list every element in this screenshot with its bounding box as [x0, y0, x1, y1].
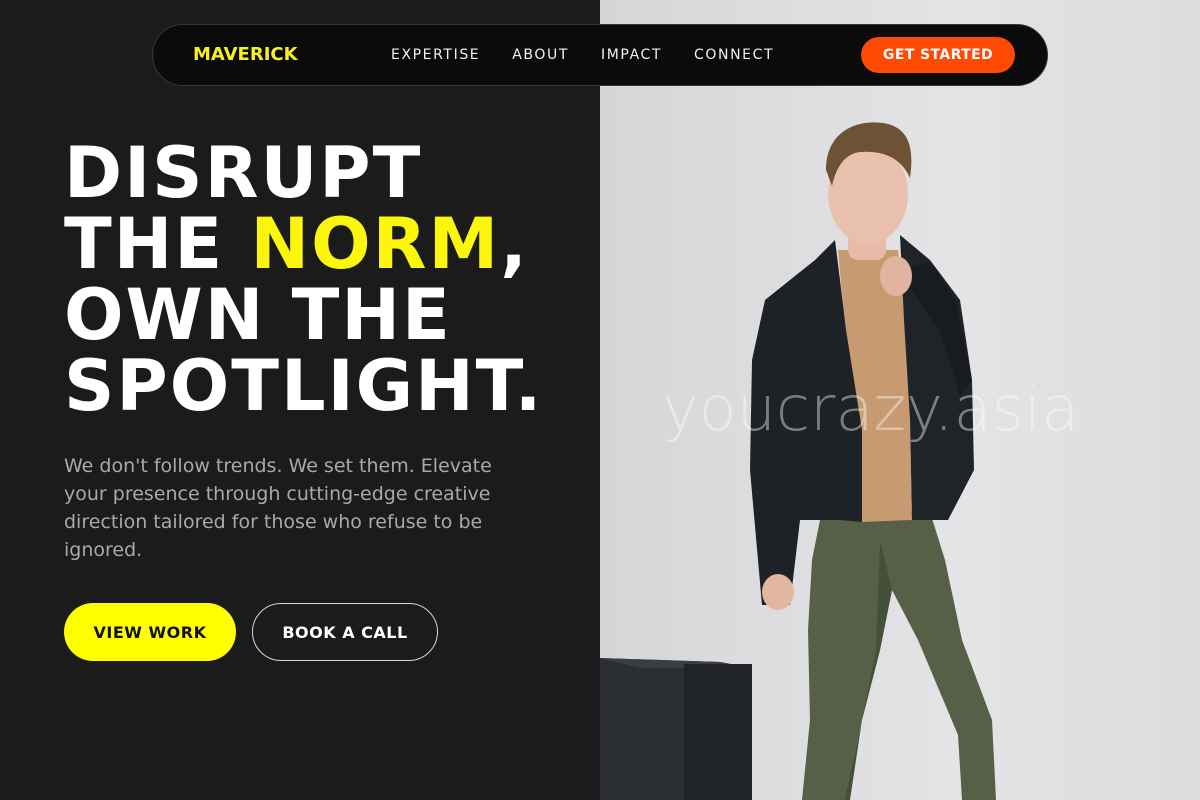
nav-links: EXPERTISE ABOUT IMPACT CONNECT: [391, 47, 774, 63]
get-started-button[interactable]: GET STARTED: [861, 37, 1015, 73]
headline-line-1: DISRUPT: [64, 132, 423, 214]
view-work-button[interactable]: VIEW WORK: [64, 603, 236, 661]
nav-link-about[interactable]: ABOUT: [512, 47, 569, 63]
headline-line-2-end: ,: [500, 203, 529, 285]
book-a-call-button[interactable]: BOOK A CALL: [252, 603, 438, 661]
nav-link-impact[interactable]: IMPACT: [601, 47, 662, 63]
brand-logo[interactable]: MAVERICK: [193, 44, 298, 65]
hero-headline: DISRUPT THE NORM, OWN THE SPOTLIGHT.: [64, 138, 543, 422]
hero-photo: youcrazy.asia: [600, 0, 1200, 800]
headline-line-2: THE NORM,: [64, 209, 543, 280]
headline-line-2-start: THE: [64, 203, 251, 285]
headline-line-4: SPOTLIGHT.: [64, 345, 544, 427]
headline-line-3: OWN THE: [64, 274, 452, 356]
top-navbar: MAVERICK EXPERTISE ABOUT IMPACT CONNECT …: [152, 24, 1048, 86]
hero-subtext: We don't follow trends. We set them. Ele…: [64, 455, 492, 561]
headline-highlight: NORM: [250, 203, 501, 285]
nav-link-connect[interactable]: CONNECT: [694, 47, 774, 63]
watermark-text: youcrazy.asia: [662, 372, 1080, 445]
nav-link-expertise[interactable]: EXPERTISE: [391, 47, 480, 63]
